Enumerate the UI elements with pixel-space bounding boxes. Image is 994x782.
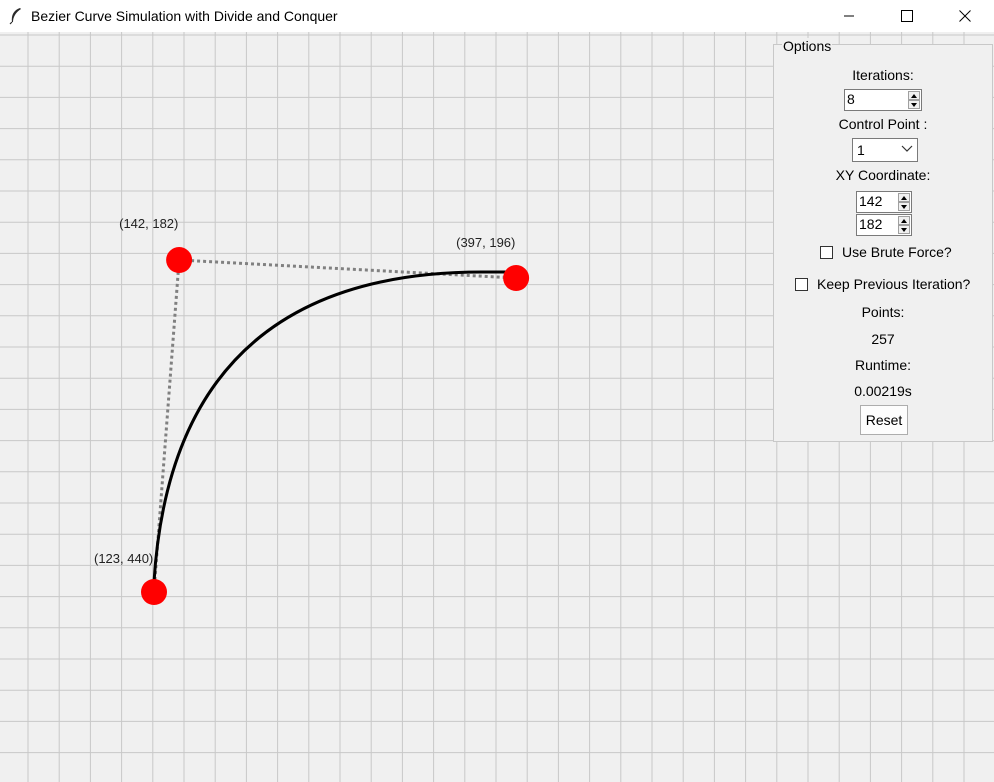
spin-down-icon[interactable]: [898, 225, 910, 234]
control-point-label: (142, 182): [119, 216, 179, 231]
runtime-label: Runtime:: [854, 357, 912, 373]
y-coordinate-spinbox[interactable]: 182: [856, 214, 912, 236]
close-button[interactable]: [942, 0, 988, 32]
control-point-select[interactable]: 1: [852, 138, 918, 162]
control-point[interactable]: [141, 579, 167, 605]
feather-icon: [9, 8, 21, 25]
brute-force-checkbox[interactable]: [820, 245, 833, 259]
control-point-label: (123, 440): [94, 551, 154, 566]
spin-arrows[interactable]: [908, 91, 920, 109]
control-point-label: Control Point :: [838, 116, 928, 132]
iterations-value: 8: [847, 91, 855, 107]
spin-down-icon[interactable]: [898, 202, 910, 211]
x-value: 142: [859, 193, 883, 209]
spin-down-icon[interactable]: [908, 100, 920, 109]
control-point[interactable]: [166, 247, 193, 274]
keep-previous-label: Keep Previous Iteration?: [817, 276, 971, 292]
options-legend: Options: [782, 38, 833, 54]
control-line: [179, 258, 517, 280]
minimize-button[interactable]: [826, 0, 872, 32]
window-title: Bezier Curve Simulation with Divide and …: [31, 8, 338, 24]
iterations-spinbox[interactable]: 8: [844, 89, 922, 111]
bezier-curve: [152, 270, 517, 583]
brute-force-label: Use Brute Force?: [842, 244, 952, 260]
options-panel: Options Iterations: 8 Control Point : 1 …: [773, 38, 993, 442]
y-value: 182: [859, 216, 883, 232]
spin-arrows[interactable]: [898, 216, 910, 234]
runtime-value: 0.00219s: [854, 383, 912, 399]
keep-previous-option[interactable]: Keep Previous Iteration?: [795, 276, 970, 292]
maximize-button[interactable]: [884, 0, 930, 32]
points-value: 257: [871, 331, 895, 347]
close-icon: [959, 10, 971, 22]
keep-previous-checkbox[interactable]: [795, 277, 808, 291]
minimize-icon: [844, 15, 854, 17]
control-points[interactable]: [141, 247, 530, 605]
control-point[interactable]: [503, 265, 530, 292]
spin-arrows[interactable]: [898, 193, 910, 211]
spin-up-icon[interactable]: [898, 193, 910, 202]
points-label: Points:: [861, 304, 905, 320]
spin-up-icon[interactable]: [908, 91, 920, 100]
brute-force-option[interactable]: Use Brute Force?: [820, 244, 952, 260]
iterations-label: Iterations:: [852, 67, 914, 83]
control-polygon: [152, 258, 517, 593]
spin-up-icon[interactable]: [898, 216, 910, 225]
control-point-value: 1: [857, 142, 865, 158]
maximize-icon: [901, 10, 913, 22]
xy-coordinate-label: XY Coordinate:: [835, 167, 931, 183]
chevron-down-icon: [901, 145, 913, 152]
x-coordinate-spinbox[interactable]: 142: [856, 191, 912, 213]
title-bar: Bezier Curve Simulation with Divide and …: [0, 0, 994, 32]
control-point-label: (397, 196): [456, 235, 516, 251]
reset-button[interactable]: Reset: [860, 405, 908, 435]
